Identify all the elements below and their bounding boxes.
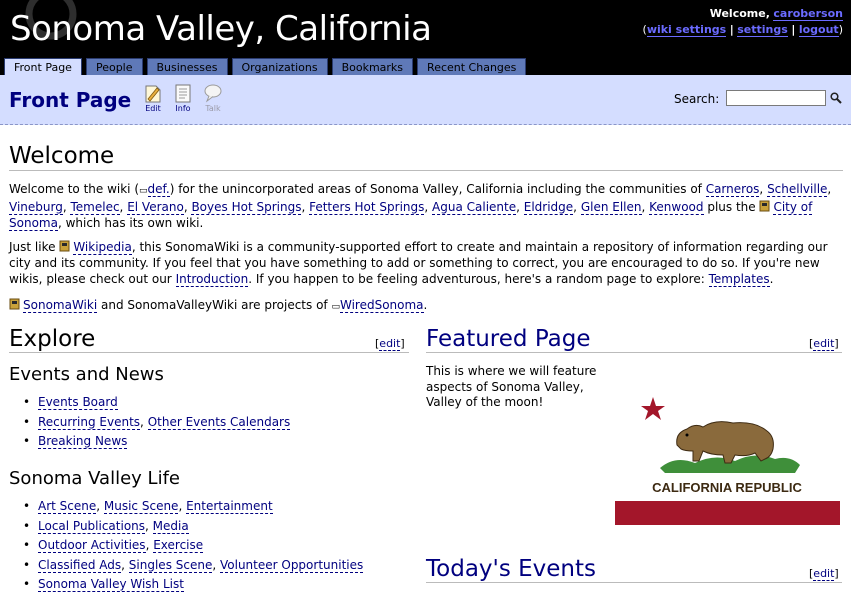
- interwiki-icon: [759, 200, 770, 212]
- flag-text: CALIFORNIA REPUBLIC: [652, 480, 802, 495]
- settings-link[interactable]: settings: [737, 23, 788, 37]
- intro-paragraph: Welcome to the wiki (▭def.) for the unin…: [9, 182, 832, 231]
- tab-people[interactable]: People: [85, 58, 143, 75]
- music-scene-link[interactable]: Music Scene: [103, 499, 179, 514]
- wiki-settings-link[interactable]: wiki settings: [646, 23, 727, 37]
- edit-button[interactable]: Edit: [138, 83, 168, 113]
- featured-edit-link[interactable]: [edit]: [809, 337, 839, 351]
- list-item: Events Board: [23, 393, 290, 413]
- welcome-heading: Welcome: [9, 143, 843, 171]
- interwiki-icon: [9, 298, 20, 310]
- list-item: Classified Ads, Singles Scene, Volunteer…: [23, 556, 364, 576]
- wiki-description-paragraph: Just like Wikipedia, this SonomaWiki is …: [9, 240, 828, 287]
- info-button[interactable]: Info: [168, 83, 198, 113]
- california-flag-image[interactable]: CALIFORNIA REPUBLIC: [615, 393, 840, 527]
- place-link[interactable]: Temelec: [70, 200, 120, 215]
- site-title[interactable]: Sonoma Valley, California: [10, 9, 432, 49]
- edit-pencil-icon: [145, 85, 161, 103]
- place-link[interactable]: Boyes Hot Springs: [191, 200, 302, 215]
- list-item: Sonoma Valley Wish List: [23, 575, 363, 595]
- talk-button[interactable]: Talk: [198, 83, 228, 113]
- classified-ads-link[interactable]: Classified Ads: [38, 557, 122, 573]
- place-link[interactable]: Fetters Hot Springs: [309, 200, 425, 215]
- user-area: Welcome, caroberson (wiki settings | set…: [642, 7, 843, 37]
- interwiki-icon: [59, 240, 70, 252]
- nav-tabs: Front Page People Businesses Organizatio…: [4, 58, 527, 75]
- events-news-heading: Events and News: [9, 364, 164, 385]
- featured-text: This is where we will feature aspects of…: [426, 364, 597, 409]
- list-item: Breaking News: [23, 432, 290, 452]
- tab-bookmarks[interactable]: Bookmarks: [331, 58, 414, 75]
- username-link[interactable]: caroberson: [773, 7, 843, 21]
- explore-heading: Explore: [9, 326, 409, 353]
- place-link[interactable]: El Verano: [127, 200, 184, 215]
- local-publications-link[interactable]: Local Publications: [38, 518, 146, 534]
- wikipedia-link[interactable]: Wikipedia: [73, 240, 132, 255]
- place-link[interactable]: Carneros: [705, 182, 760, 197]
- place-link[interactable]: Eldridge: [523, 200, 574, 215]
- page-title-bar: Front Page Edit Info Talk Search:: [0, 75, 851, 125]
- tab-organizations[interactable]: Organizations: [231, 58, 328, 75]
- talk-bubble-icon: [204, 84, 222, 103]
- tab-businesses[interactable]: Businesses: [146, 58, 228, 75]
- recurring-events-link[interactable]: Recurring Events: [38, 414, 141, 430]
- place-link[interactable]: Schellville: [767, 182, 828, 197]
- site-header: Sonoma Valley, California Welcome, carob…: [0, 0, 851, 75]
- art-scene-link[interactable]: Art Scene: [38, 499, 97, 514]
- explore-edit-link[interactable]: [edit]: [375, 337, 405, 351]
- featured-page-heading: Featured Page: [426, 326, 842, 353]
- place-link[interactable]: Vineburg: [9, 200, 63, 215]
- events-board-link[interactable]: Events Board: [38, 395, 118, 410]
- entertainment-link[interactable]: Entertainment: [186, 499, 273, 514]
- welcome-label: Welcome,: [709, 7, 770, 20]
- place-link[interactable]: Agua Caliente: [432, 200, 517, 215]
- introduction-link[interactable]: Introduction: [175, 272, 249, 287]
- place-link[interactable]: Glen Ellen: [580, 200, 642, 215]
- tab-front-page[interactable]: Front Page: [4, 58, 82, 75]
- info-page-icon: [175, 84, 191, 103]
- outdoor-activities-link[interactable]: Outdoor Activities: [38, 538, 146, 554]
- events-list: Events Board Recurring Events, Other Eve…: [23, 393, 291, 452]
- todays-events-heading: Today's Events: [426, 556, 842, 583]
- templates-link[interactable]: Templates: [708, 272, 770, 287]
- search-input[interactable]: [726, 90, 826, 106]
- tab-recent-changes[interactable]: Recent Changes: [417, 58, 527, 75]
- singles-scene-link[interactable]: Singles Scene: [128, 557, 213, 573]
- place-link[interactable]: Kenwood: [649, 200, 704, 215]
- todays-events-edit-link[interactable]: [edit]: [809, 567, 839, 581]
- breaking-news-link[interactable]: Breaking News: [38, 434, 128, 450]
- life-list: Art Scene, Music Scene, Entertainment Lo…: [23, 497, 364, 595]
- media-link[interactable]: Media: [152, 518, 189, 534]
- list-item: Recurring Events, Other Events Calendars: [23, 413, 291, 433]
- search-label: Search:: [674, 92, 720, 106]
- wish-list-link[interactable]: Sonoma Valley Wish List: [38, 577, 184, 593]
- search-magnifier-icon[interactable]: [830, 92, 842, 104]
- logout-link[interactable]: logout: [798, 23, 839, 37]
- def-link[interactable]: def.: [147, 182, 170, 197]
- page-title: Front Page: [9, 88, 132, 112]
- exercise-link[interactable]: Exercise: [153, 538, 204, 554]
- list-item: Art Scene, Music Scene, Entertainment: [23, 497, 363, 517]
- volunteer-opportunities-link[interactable]: Volunteer Opportunities: [219, 557, 364, 573]
- sonomawiki-link[interactable]: SonomaWiki: [23, 298, 98, 313]
- list-item: Outdoor Activities, Exercise: [23, 536, 363, 556]
- projects-paragraph: SonomaWiki and SonomaValleyWiki are proj…: [9, 297, 843, 315]
- list-item: Local Publications, Media: [23, 517, 363, 537]
- wiredsonoma-link[interactable]: WiredSonoma: [339, 298, 424, 313]
- other-events-calendars-link[interactable]: Other Events Calendars: [147, 414, 291, 430]
- sonoma-valley-life-heading: Sonoma Valley Life: [9, 468, 180, 489]
